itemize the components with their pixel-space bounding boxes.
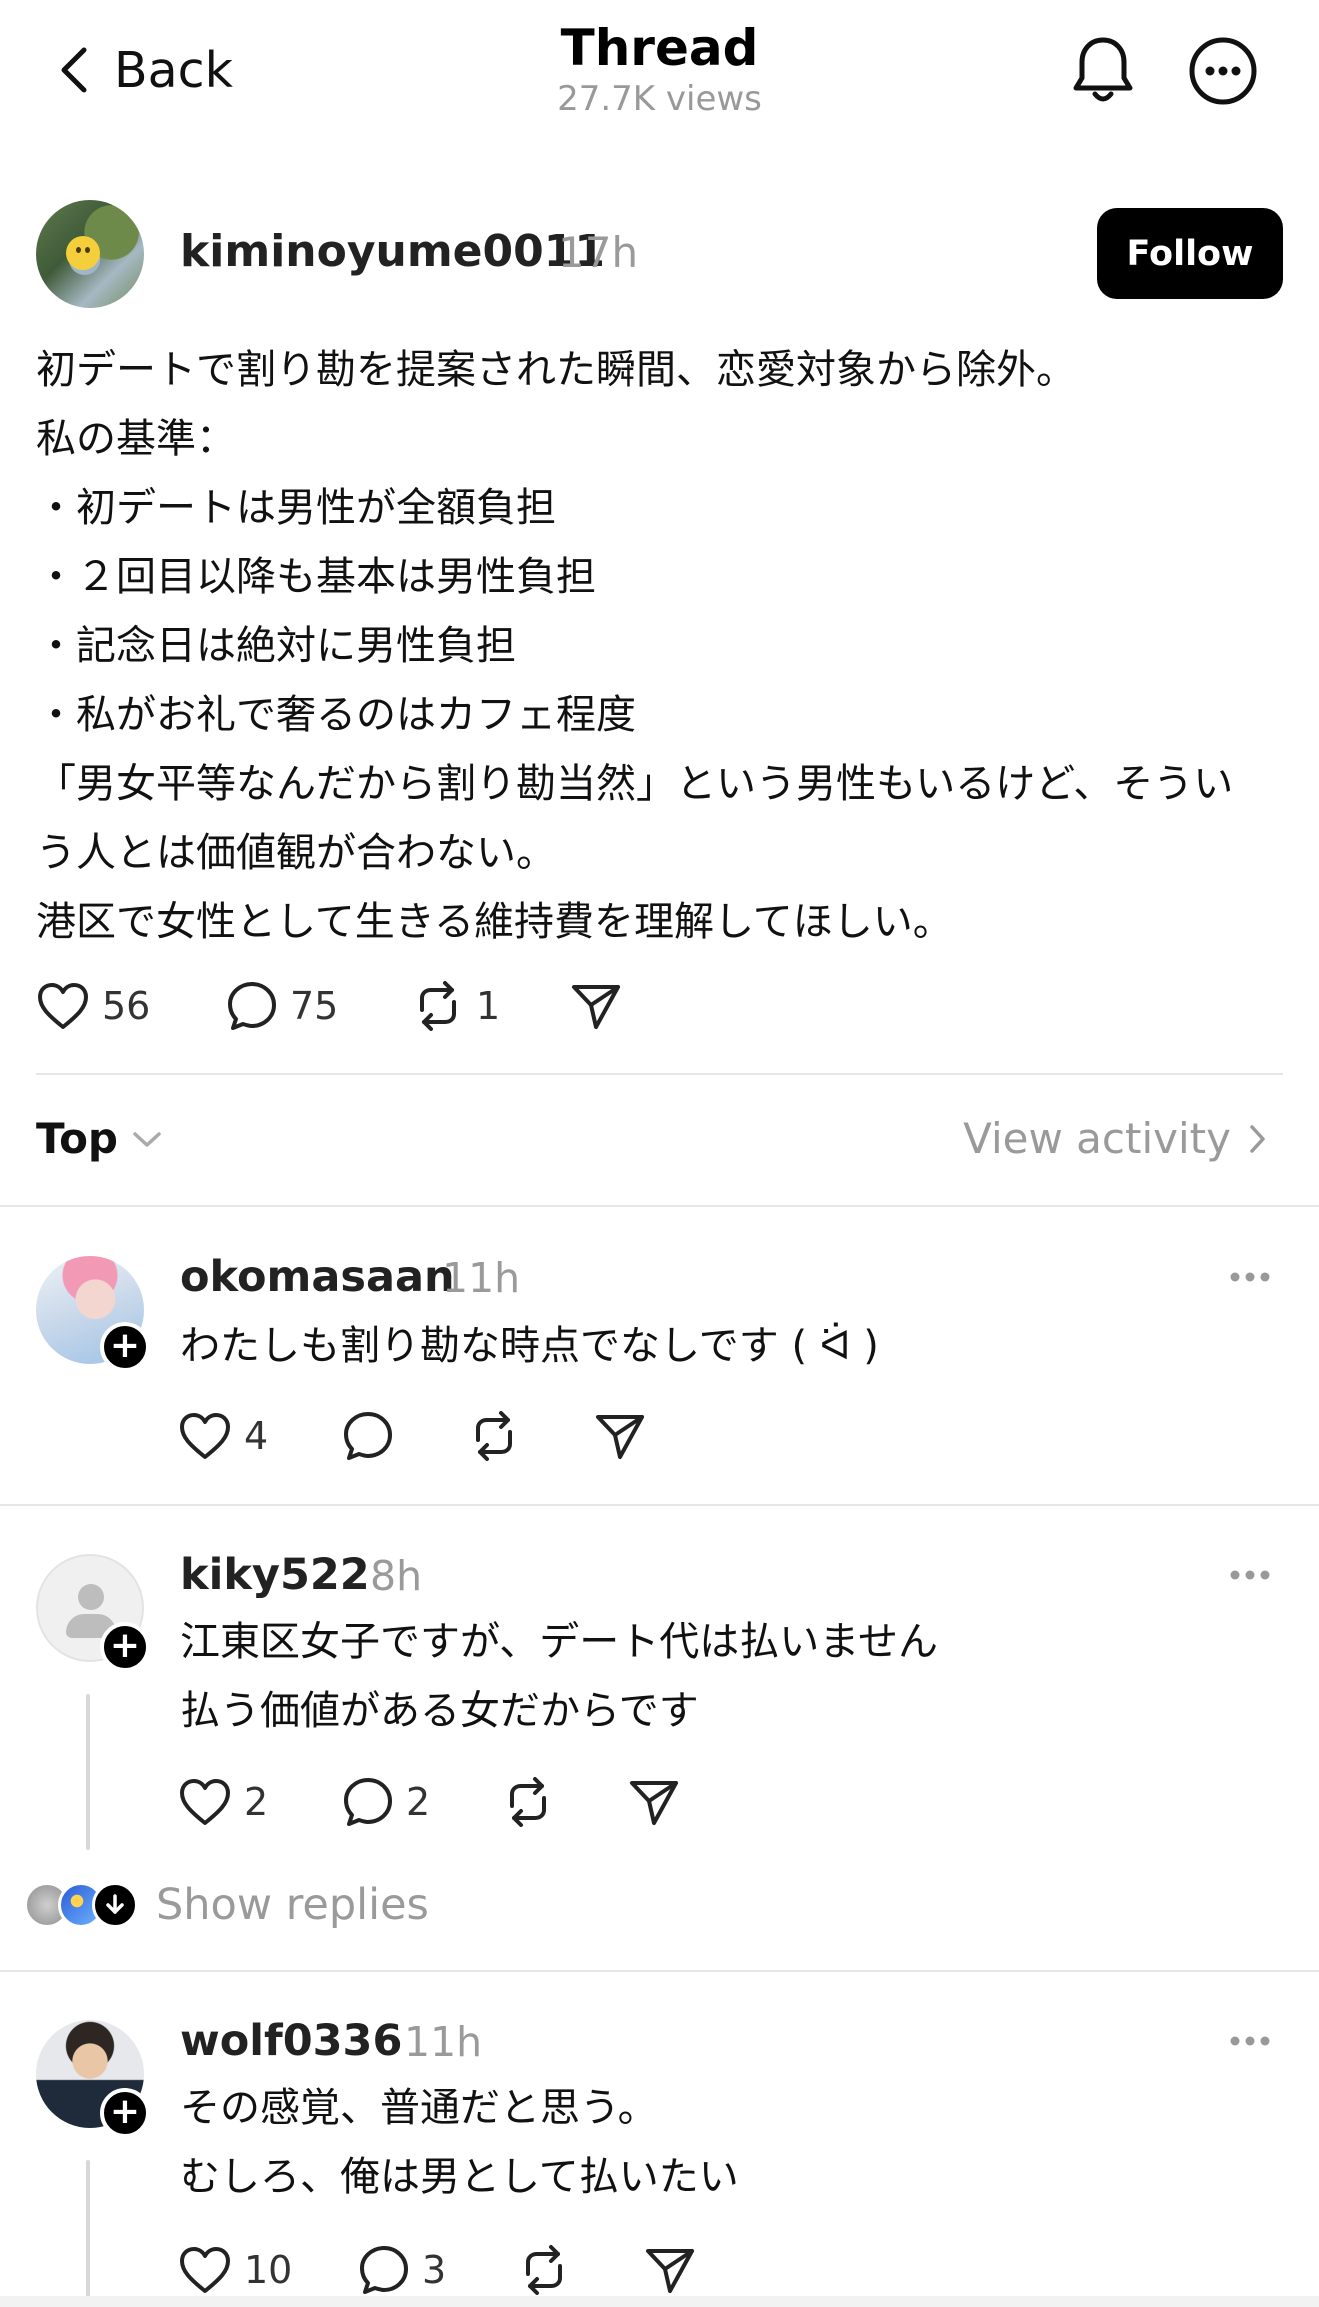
bell-icon[interactable] — [1068, 34, 1138, 106]
post-username[interactable]: kiminoyume0011 — [180, 226, 605, 277]
send-icon — [572, 985, 620, 1029]
reply-line: その感覚、普通だと思う。 — [180, 2085, 658, 2131]
share-button[interactable] — [594, 1411, 646, 1461]
post-line: ・記念日は絶対に男性負担 — [36, 623, 516, 669]
show-replies-label: Show replies — [156, 1880, 429, 1930]
reply-time: 11h — [442, 1254, 521, 1302]
header: Back Thread 27.7K views — [0, 0, 1319, 150]
comment-button[interactable]: 2 — [342, 1776, 502, 1828]
reply-actions: 2 2 — [178, 1776, 680, 1828]
repost-button[interactable] — [468, 1410, 594, 1462]
comment-icon — [360, 2246, 408, 2294]
reply-username[interactable]: wolf0336 — [180, 2016, 402, 2066]
reply-actions: 4 — [178, 1410, 646, 1462]
reply-line: 払う価値がある女だからです — [180, 1688, 699, 1734]
repost-icon — [420, 981, 456, 1031]
comment-icon — [344, 1778, 392, 1826]
like-button[interactable]: 4 — [178, 1411, 342, 1461]
post-line: 私の基準： — [36, 416, 236, 462]
comment-count: 2 — [406, 1780, 431, 1824]
post-time: 17h — [558, 228, 639, 277]
reply-actions: 10 3 — [178, 2244, 696, 2296]
share-button[interactable] — [570, 981, 622, 1031]
reply-username[interactable]: okomasaan — [180, 1252, 455, 1302]
heart-icon — [180, 2247, 230, 2293]
chevron-down-icon — [133, 1131, 161, 1147]
view-activity-link[interactable]: View activity — [963, 1114, 1269, 1163]
repost-button[interactable]: 1 — [412, 980, 570, 1032]
smiley-sticker-icon — [66, 236, 100, 270]
like-count: 56 — [102, 984, 151, 1028]
comment-icon — [228, 982, 276, 1030]
like-button[interactable]: 2 — [178, 1777, 342, 1827]
repost-icon — [526, 2245, 562, 2295]
bottom-bar — [0, 2296, 1319, 2307]
divider — [36, 1073, 1283, 1075]
avatar[interactable] — [36, 200, 144, 308]
sort-label: Top — [36, 1114, 118, 1163]
post-body: 初デートで割り勘を提案された瞬間、恋愛対象から除外。 私の基準： ・初デートは男… — [36, 336, 1286, 957]
like-count: 4 — [244, 1414, 269, 1458]
repost-button[interactable] — [518, 2244, 644, 2296]
divider — [0, 1205, 1319, 1207]
more-circle-icon[interactable] — [1188, 36, 1258, 106]
like-button[interactable]: 10 — [178, 2245, 358, 2295]
reply-username[interactable]: kiky522 — [180, 1550, 370, 1600]
follow-button[interactable]: Follow — [1097, 208, 1283, 299]
send-icon — [646, 2249, 694, 2293]
share-button[interactable] — [628, 1777, 680, 1827]
comment-button[interactable]: 3 — [358, 2244, 518, 2296]
more-options-icon[interactable] — [1228, 1568, 1272, 1582]
send-icon — [630, 1781, 678, 1825]
reply-line: わたしも割り勘な時点でなしです ( ᐛ ) — [180, 1323, 879, 1369]
repost-count: 1 — [476, 984, 501, 1028]
repost-icon — [476, 1411, 512, 1461]
like-count: 10 — [244, 2248, 293, 2292]
more-options-icon[interactable] — [1228, 2034, 1272, 2048]
reply-time: 11h — [404, 2018, 483, 2066]
post-actions: 56 75 1 — [36, 980, 622, 1032]
comment-button[interactable]: 75 — [226, 980, 412, 1032]
divider — [0, 1504, 1319, 1506]
send-icon — [596, 1415, 644, 1459]
like-count: 2 — [244, 1780, 269, 1824]
default-avatar-icon — [78, 1584, 104, 1610]
share-button[interactable] — [644, 2245, 696, 2295]
comment-count: 3 — [422, 2248, 447, 2292]
comment-button[interactable] — [342, 1410, 468, 1462]
like-button[interactable]: 56 — [36, 981, 226, 1031]
reply-line: 江東区女子ですが、デート代は払いません — [180, 1619, 938, 1665]
post-line: 初デートで割り勘を提案された瞬間、恋愛対象から除外。 — [36, 347, 1076, 393]
post-line: 港区で女性として生きる維持費を理解してほしい。 — [36, 899, 953, 945]
arrow-down-icon — [92, 1882, 138, 1928]
comment-count: 75 — [290, 984, 339, 1028]
follow-plus-icon[interactable]: + — [100, 2088, 150, 2138]
view-activity-label: View activity — [963, 1114, 1231, 1163]
heart-icon — [180, 1779, 230, 1825]
post-line: ・私がお礼で奢るのはカフェ程度 — [36, 692, 636, 738]
divider — [0, 1970, 1319, 1972]
heart-icon — [38, 983, 88, 1029]
post-line: ・初デートは男性が全額負担 — [36, 485, 556, 531]
post-line: ・２回目以降も基本は男性負担 — [36, 554, 596, 600]
repost-icon — [510, 1777, 546, 1827]
reply-line: むしろ、俺は男として払いたい — [180, 2154, 739, 2200]
post-line: う人とは価値観が合わない。 — [36, 830, 556, 876]
chevron-right-icon — [1250, 1124, 1265, 1153]
post-line: 「男女平等なんだから割り勘当然」という男性もいるけど、そうい — [36, 761, 1234, 807]
sort-dropdown[interactable]: Top — [36, 1114, 164, 1163]
follow-plus-icon[interactable]: + — [100, 1622, 150, 1672]
follow-plus-icon[interactable]: + — [100, 1322, 150, 1372]
comment-icon — [344, 1412, 392, 1460]
heart-icon — [180, 1413, 230, 1459]
thread-line — [86, 2160, 90, 2307]
repost-button[interactable] — [502, 1776, 628, 1828]
reply-time: 8h — [370, 1552, 423, 1600]
more-options-icon[interactable] — [1228, 1270, 1272, 1284]
thread-line — [86, 1694, 90, 1850]
show-replies-button[interactable]: Show replies — [24, 1880, 429, 1930]
